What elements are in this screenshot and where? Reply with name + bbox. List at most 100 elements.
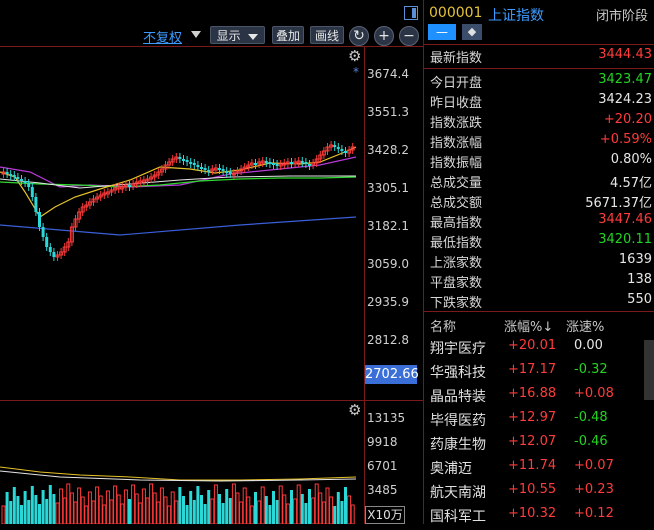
rank-row[interactable]: 华强科技 +17.17 -0.32 [424, 362, 654, 386]
volume-bar [48, 485, 52, 524]
display-button[interactable]: 显示 [210, 26, 265, 44]
stat-label: 最低指数 [430, 236, 483, 251]
candle-body [45, 237, 49, 247]
volume-bar [185, 505, 189, 524]
volume-bar [325, 487, 330, 524]
plus-icon[interactable]: + [374, 26, 394, 46]
volume-bar [1, 505, 6, 524]
volume-bar [235, 492, 240, 524]
vol-ma-yellow [0, 466, 357, 481]
stock-name: 航天南湖 [430, 485, 486, 501]
stock-name: 国科军工 [430, 509, 486, 525]
chart-toolbar: 不复权 显示 叠加 画线 ↻ + − [0, 0, 423, 47]
rank-row[interactable]: 毕得医药 +12.97 -0.48 [424, 410, 654, 434]
stock-change: +20.01 [508, 338, 557, 353]
candle-body [340, 149, 344, 151]
draw-line-button[interactable]: 画线 [310, 26, 344, 44]
rank-row[interactable]: 国科军工 +10.32 +0.12 [424, 506, 654, 530]
stock-change: +12.97 [508, 410, 557, 425]
rank-row[interactable]: 奥浦迈 +11.74 +0.07 [424, 458, 654, 482]
volume-bar [268, 505, 272, 524]
stock-name: 华强科技 [430, 365, 486, 381]
volume-bar [59, 488, 64, 524]
volume-bar [98, 495, 103, 524]
volume-bar [350, 504, 355, 524]
fuquan-dropdown-icon[interactable] [191, 31, 201, 38]
diamond-icon[interactable]: ◆ [462, 24, 482, 40]
candle-body [308, 164, 311, 166]
stock-name: 晶品特装 [430, 389, 486, 405]
volume-bar [300, 494, 304, 524]
volume-bar [182, 496, 185, 524]
stat-row: 最低指数 3420.11 [430, 232, 652, 252]
candle-body [264, 161, 268, 163]
stat-label: 今日开盘 [430, 76, 483, 91]
volume-bars [1, 483, 355, 524]
stock-speed: -0.48 [574, 410, 608, 425]
stat-label: 上涨家数 [430, 256, 483, 271]
stat-value: 0.80% [610, 152, 652, 167]
volume-bar [225, 489, 229, 524]
stat-row: 总成交额 5671.37亿 [430, 192, 652, 212]
candle-body [221, 169, 225, 171]
stat-label: 指数涨幅 [430, 136, 483, 151]
candle-body [290, 162, 293, 164]
stock-name: 奥浦迈 [430, 461, 472, 477]
volume-bar [9, 501, 13, 524]
candle-body [27, 183, 31, 187]
candle-body [254, 163, 257, 165]
volume-bar [278, 485, 283, 524]
stat-label: 总成交量 [430, 176, 483, 191]
volume-bar [163, 496, 168, 524]
volume-bar [221, 503, 225, 524]
rank-header-change[interactable]: 涨幅%↓ [504, 316, 553, 335]
volume-bar [347, 495, 352, 524]
rank-row[interactable]: 药康生物 +12.07 -0.46 [424, 434, 654, 458]
volume-tick: 9918 [367, 435, 398, 449]
minus-icon[interactable]: − [399, 26, 419, 46]
kline-chart-area[interactable]: 不复权 显示 叠加 画线 ↻ + − ⚙ * ⚙ 3674.4 3551.3 3… [0, 0, 423, 524]
volume-bar [77, 487, 82, 524]
scrollbar[interactable] [644, 340, 654, 400]
stat-row: 指数涨幅 +0.59% [430, 132, 652, 152]
stat-value: 4.57亿 [610, 176, 652, 191]
panel-toggle-icon[interactable] [404, 6, 418, 20]
rank-header-speed[interactable]: 涨速% [566, 316, 604, 335]
price-tick: 3428.2 [367, 143, 409, 157]
stat-row: 总成交量 4.57亿 [430, 172, 652, 192]
volume-bar [141, 488, 146, 524]
rank-row[interactable]: 晶品特装 +16.88 +0.08 [424, 386, 654, 410]
overlay-button[interactable]: 叠加 [272, 26, 304, 44]
fuquan-selector[interactable]: 不复权 [143, 27, 182, 46]
kline-svg [0, 141, 357, 524]
volume-bar [321, 501, 326, 524]
stock-speed: +0.12 [574, 506, 614, 521]
volume-bar [73, 501, 78, 524]
rank-row[interactable]: 航天南湖 +10.55 +0.23 [424, 482, 654, 506]
index-name[interactable]: 上证指数 [488, 5, 544, 25]
candle-body [30, 187, 34, 197]
rank-header: 名称 涨幅%↓ 涨速% [424, 316, 654, 340]
candle-body [48, 247, 52, 252]
stat-label: 指数振幅 [430, 156, 483, 171]
volume-tick: 6701 [367, 459, 398, 473]
rank-row[interactable]: 翔宇医疗 +20.01 0.00 [424, 338, 654, 362]
stat-row: 平盘家数 138 [430, 272, 652, 292]
stock-speed: -0.46 [574, 434, 608, 449]
volume-bar [260, 486, 265, 524]
volume-bar [113, 485, 118, 524]
candle-body [344, 151, 347, 153]
collapse-button[interactable]: — [428, 24, 456, 40]
candle-body [9, 174, 13, 176]
rank-header-name[interactable]: 名称 [430, 316, 456, 335]
volume-bar [254, 492, 257, 524]
volume-bar [210, 498, 215, 524]
candles [1, 141, 355, 261]
candle-body [203, 168, 207, 170]
volume-bar [246, 496, 251, 524]
candle-body [196, 165, 200, 167]
refresh-icon[interactable]: ↻ [349, 26, 369, 46]
volume-bar [329, 496, 334, 524]
stock-speed: +0.23 [574, 482, 614, 497]
volume-bar [318, 492, 323, 524]
